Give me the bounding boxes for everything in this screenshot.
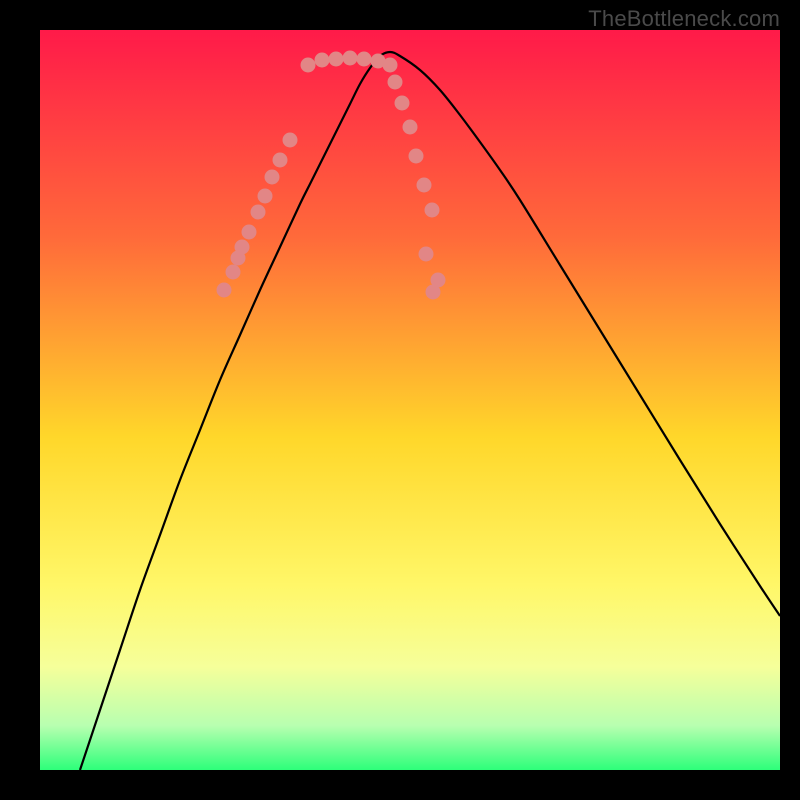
data-marker bbox=[419, 247, 434, 262]
data-marker bbox=[431, 273, 446, 288]
data-marker bbox=[403, 120, 418, 135]
data-marker bbox=[388, 75, 403, 90]
data-marker bbox=[217, 283, 232, 298]
data-marker bbox=[283, 133, 298, 148]
data-marker bbox=[301, 58, 316, 73]
data-marker bbox=[417, 178, 432, 193]
data-marker bbox=[409, 149, 424, 164]
gradient-background bbox=[40, 30, 780, 770]
data-marker bbox=[226, 265, 241, 280]
data-marker bbox=[273, 153, 288, 168]
data-marker bbox=[343, 51, 358, 66]
data-marker bbox=[329, 52, 344, 67]
data-marker bbox=[395, 96, 410, 111]
data-marker bbox=[357, 52, 372, 67]
data-marker bbox=[383, 58, 398, 73]
plot-area bbox=[40, 30, 780, 770]
plot-svg bbox=[40, 30, 780, 770]
data-marker bbox=[265, 170, 280, 185]
data-marker bbox=[425, 203, 440, 218]
data-marker bbox=[242, 225, 257, 240]
data-marker bbox=[251, 205, 266, 220]
chart-frame: TheBottleneck.com bbox=[0, 0, 800, 800]
data-marker bbox=[258, 189, 273, 204]
watermark-text: TheBottleneck.com bbox=[588, 6, 780, 32]
data-marker bbox=[315, 53, 330, 68]
data-marker bbox=[235, 240, 250, 255]
